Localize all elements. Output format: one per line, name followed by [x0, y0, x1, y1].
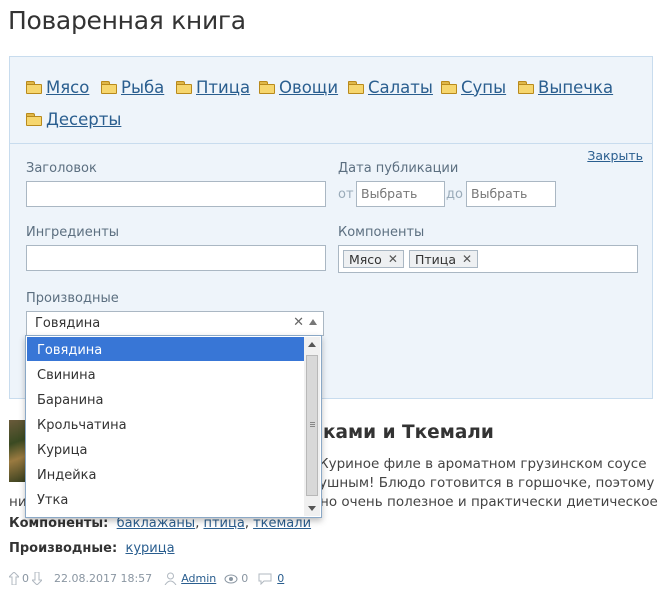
- components-row: Компоненты: баклажаны, птица, ткемали: [9, 516, 312, 531]
- component-link[interactable]: баклажаны: [117, 516, 196, 531]
- components-filter-label: Компоненты: [338, 225, 425, 240]
- dropdown-option[interactable]: Утка: [27, 487, 304, 511]
- derived-filter-label: Производные: [26, 291, 119, 306]
- dropdown-option[interactable]: Крольчатина: [27, 412, 304, 436]
- category-list: Мясо Рыба Птица Овощи Салаты Супы Выпечк…: [10, 57, 652, 144]
- category-label: Птица: [196, 77, 251, 97]
- title-filter-input[interactable]: [26, 181, 326, 207]
- vote-up-count: 0: [22, 572, 29, 585]
- folder-icon: [518, 81, 534, 94]
- components-row-label: Компоненты:: [9, 516, 109, 531]
- category-label: Супы: [461, 77, 507, 97]
- dropdown-option[interactable]: Курица: [27, 437, 304, 461]
- recipe-title[interactable]: ками и Ткемали: [323, 422, 494, 443]
- derived-row: Производные: курица: [9, 541, 175, 556]
- date-filter-label: Дата публикации: [338, 161, 459, 176]
- component-link[interactable]: птица: [203, 516, 244, 531]
- category-link-meat[interactable]: Мясо: [26, 76, 89, 98]
- dropdown-option[interactable]: Индейка: [27, 462, 304, 486]
- close-filter-link[interactable]: Закрыть: [587, 148, 643, 163]
- folder-icon: [176, 81, 192, 94]
- folder-icon: [26, 113, 42, 126]
- category-label: Салаты: [368, 77, 433, 97]
- category-link-salads[interactable]: Салаты: [348, 76, 433, 98]
- remove-tag-icon[interactable]: ✕: [462, 252, 472, 266]
- folder-icon: [101, 81, 117, 94]
- ingredients-filter-label: Ингредиенты: [26, 225, 120, 240]
- publish-date: 22.08.2017 18:57: [54, 572, 153, 585]
- component-link[interactable]: ткемали: [253, 516, 311, 531]
- dropdown-option[interactable]: Свинина: [27, 362, 304, 386]
- author-link[interactable]: Admin: [181, 572, 216, 585]
- dropdown-option[interactable]: Говядина: [27, 337, 304, 361]
- desc-line: ни: [9, 494, 27, 510]
- tag-label: Мясо: [349, 251, 382, 267]
- desc-line: но очень полезное и практически диетичес…: [320, 494, 659, 510]
- ingredients-filter-input[interactable]: [26, 245, 326, 271]
- folder-icon: [441, 81, 457, 94]
- page-title: Поваренная книга: [8, 6, 246, 35]
- dropdown-option[interactable]: Баранина: [27, 387, 304, 411]
- category-link-desserts[interactable]: Десерты: [26, 108, 121, 130]
- scroll-up-arrow-icon[interactable]: [308, 342, 316, 347]
- category-label: Рыба: [121, 77, 165, 97]
- date-from-input[interactable]: Выбрать: [356, 181, 445, 207]
- date-to-word: до: [446, 187, 463, 202]
- derived-select[interactable]: Говядина ✕: [26, 311, 324, 336]
- category-label: Овощи: [279, 77, 339, 97]
- category-label: Выпечка: [538, 77, 614, 97]
- category-link-fish[interactable]: Рыба: [101, 76, 164, 98]
- tag-label: Птица: [415, 251, 456, 267]
- folder-icon: [348, 81, 364, 94]
- date-from-word: от: [338, 187, 354, 202]
- derived-link[interactable]: курица: [125, 541, 174, 556]
- category-link-vegetables[interactable]: Овощи: [259, 76, 338, 98]
- category-link-soups[interactable]: Супы: [441, 76, 506, 98]
- eye-icon: [224, 574, 238, 583]
- comments-link[interactable]: 0: [277, 572, 284, 585]
- clear-icon[interactable]: ✕: [293, 315, 304, 330]
- article-footer: 0 22.08.2017 18:57 Admin 0 0: [9, 572, 284, 585]
- date-to-input[interactable]: Выбрать: [466, 181, 556, 207]
- category-link-poultry[interactable]: Птица: [176, 76, 250, 98]
- comment-icon: [258, 573, 272, 585]
- category-link-baking[interactable]: Выпечка: [518, 76, 613, 98]
- views-count: 0: [241, 572, 249, 585]
- derived-selected-value: Говядина: [35, 316, 101, 331]
- remove-tag-icon[interactable]: ✕: [388, 252, 398, 266]
- desc-line: Куриное филе в ароматном грузинском соус…: [319, 456, 647, 472]
- scrollbar-thumb[interactable]: [306, 355, 318, 496]
- components-tag-input[interactable]: Мясо ✕ Птица ✕: [338, 245, 638, 273]
- chevron-up-icon[interactable]: [309, 319, 317, 325]
- derived-row-label: Производные:: [9, 541, 118, 556]
- category-label: Десерты: [46, 109, 122, 129]
- category-label: Мясо: [46, 77, 90, 97]
- scroll-down-arrow-icon[interactable]: [308, 506, 316, 511]
- user-icon: [164, 572, 177, 585]
- component-tag: Мясо ✕: [343, 250, 404, 268]
- vote-down-icon[interactable]: [32, 572, 42, 585]
- dropdown-scrollbar[interactable]: [304, 337, 320, 516]
- folder-icon: [259, 81, 275, 94]
- title-filter-label: Заголовок: [26, 161, 97, 176]
- desc-line: ушным! Блюдо готовится в горшочке, поэто…: [319, 475, 655, 491]
- component-tag: Птица ✕: [409, 250, 479, 268]
- derived-dropdown-list: Говядина Свинина Баранина Крольчатина Ку…: [25, 335, 322, 518]
- vote-up-icon[interactable]: [9, 572, 19, 585]
- folder-icon: [26, 81, 42, 94]
